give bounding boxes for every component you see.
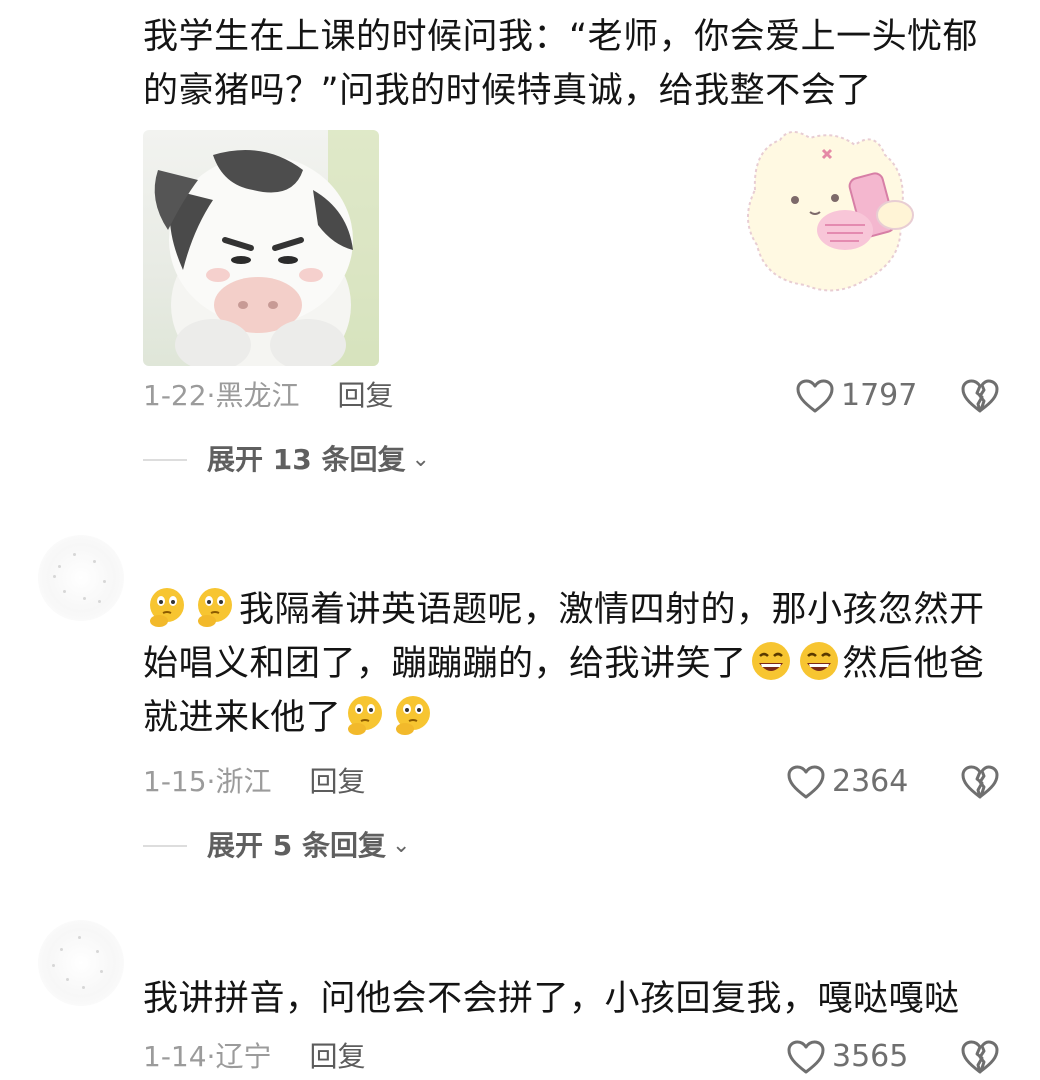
comment-date: 1-14: [143, 1040, 207, 1073]
thinking-face-emoji-icon: [193, 585, 237, 629]
comment-2-text: 我隔着讲英语题呢，激情四射的，那小孩忽然开始唱义和团了，蹦蹦蹦的，给我讲笑了 然后…: [143, 583, 1013, 745]
comment-location: 辽宁: [215, 1040, 272, 1073]
reply-button[interactable]: 回复: [309, 765, 365, 798]
like-count: 2364: [832, 764, 909, 799]
cow-sticker-image[interactable]: [143, 130, 379, 366]
reply-button[interactable]: 回复: [309, 1040, 365, 1073]
avatar[interactable]: [38, 920, 124, 1006]
expand-replies-button[interactable]: 展开 13 条回复 ⌄: [143, 440, 430, 480]
heart-outline-icon: [787, 1040, 825, 1074]
chevron-down-icon: ⌄: [391, 833, 411, 858]
expand-replies-button[interactable]: 展开 5 条回复 ⌄: [143, 826, 410, 866]
comment-2-meta: 1-15·浙江 回复: [143, 765, 366, 798]
divider-line: [143, 845, 187, 847]
like-button[interactable]: 1797: [795, 376, 917, 416]
like-count: 1797: [841, 378, 918, 413]
thinking-face-emoji-icon: [343, 693, 387, 737]
chevron-down-icon: ⌄: [411, 447, 430, 472]
thinking-face-emoji-icon: [145, 585, 189, 629]
broken-heart-icon[interactable]: [960, 377, 1000, 415]
reply-button[interactable]: 回复: [337, 379, 393, 412]
avatar[interactable]: [38, 535, 124, 621]
heart-outline-icon: [787, 765, 825, 799]
expand-replies-label: 展开 13 条回复: [207, 443, 406, 476]
comment-1-text: 我学生在上课的时候问我：“老师，你会爱上一头忧郁的豪猪吗？”问我的时候特真诚，给…: [143, 17, 979, 111]
like-count: 3565: [832, 1039, 909, 1074]
cat-sticker-image[interactable]: [735, 120, 935, 300]
comment-date: 1-15: [143, 765, 207, 798]
broken-heart-icon[interactable]: [960, 763, 1000, 801]
comment-1-meta: 1-22·黑龙江 回复: [143, 379, 394, 412]
comment-date: 1-22: [143, 379, 207, 412]
comment-3-meta: 1-14·辽宁 回复: [143, 1040, 366, 1073]
like-button[interactable]: 3565: [786, 1037, 908, 1077]
expand-replies-label: 展开 5 条回复: [207, 829, 386, 862]
comment-3-text: 我讲拼音，问他会不会拼了，小孩回复我，嘎哒嘎哒: [143, 979, 960, 1019]
broken-heart-icon[interactable]: [960, 1038, 1000, 1076]
heart-outline-icon: [796, 379, 834, 413]
comment-location: 黑龙江: [215, 379, 300, 412]
divider-line: [143, 459, 187, 461]
like-button[interactable]: 2364: [786, 762, 908, 802]
thinking-face-emoji-icon: [391, 693, 435, 737]
grinning-face-emoji-icon: [749, 639, 793, 683]
comment-location: 浙江: [215, 765, 272, 798]
grinning-face-emoji-icon: [797, 639, 841, 683]
